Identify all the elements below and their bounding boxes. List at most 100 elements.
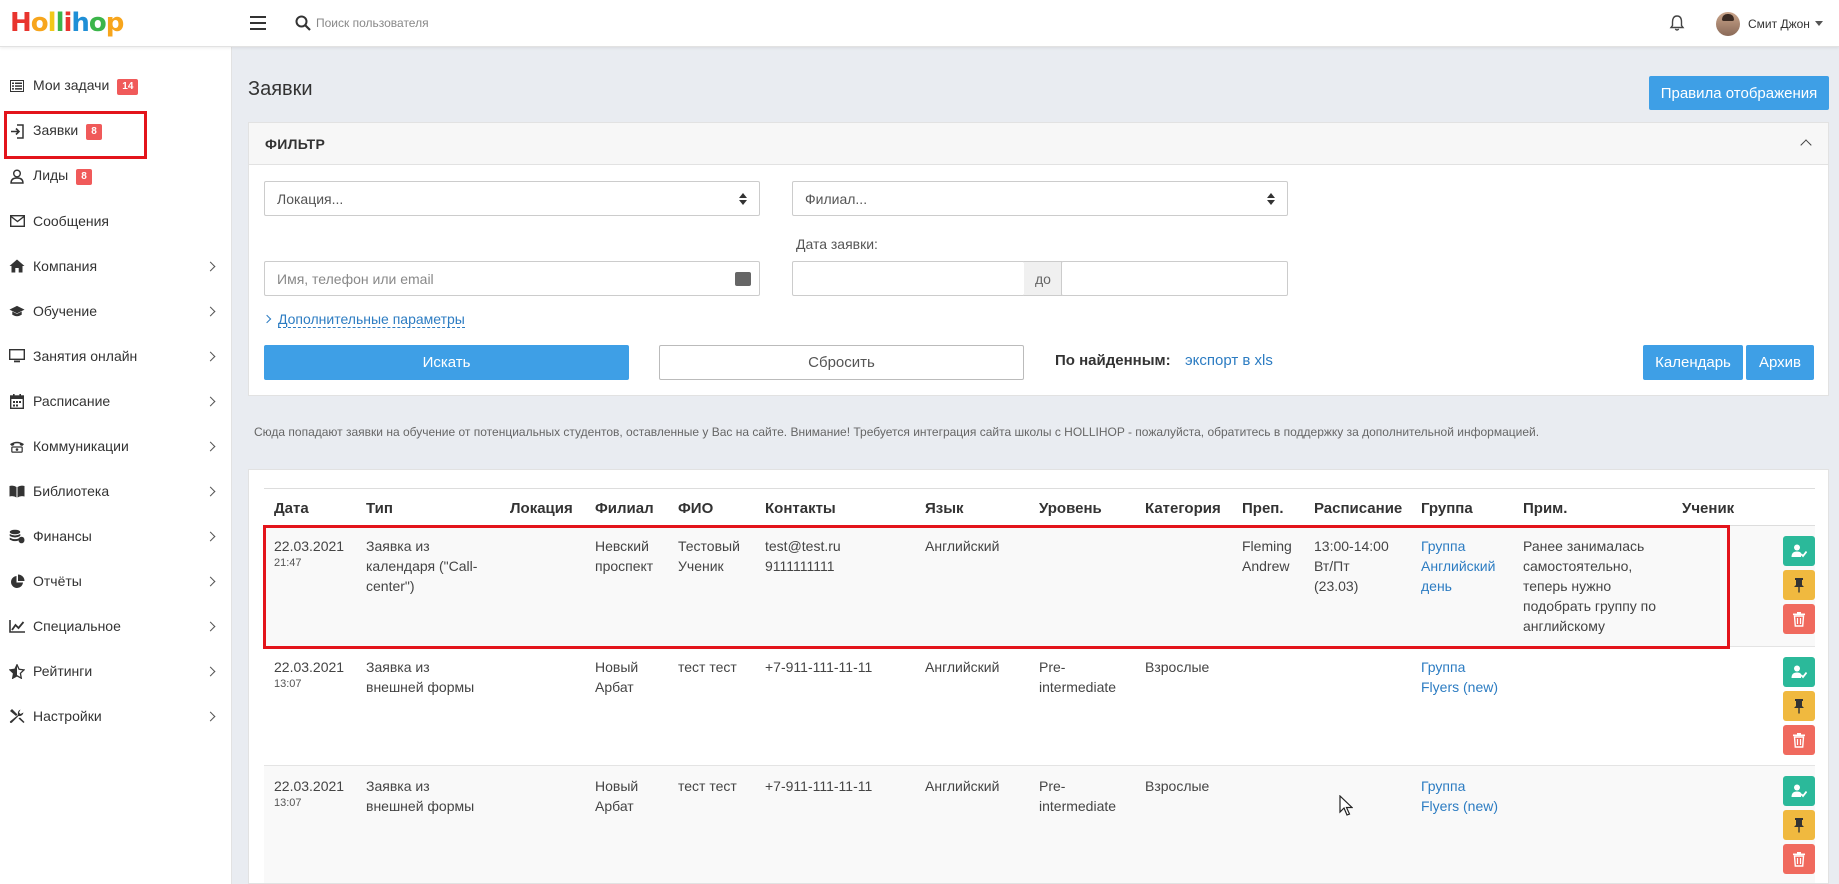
request-date: 22.03.2021 [274,538,345,554]
column-header[interactable]: Преп. [1232,488,1304,526]
column-header[interactable]: Контакты [755,488,915,526]
column-header[interactable]: Ученик [1672,488,1755,526]
sidebar-item-label: Библиотека [33,483,110,499]
requests-table: Дата Тип Локация Филиал ФИО Контакты Язы… [264,488,1815,883]
highlight-box [4,111,147,159]
location-select[interactable]: Локация... [264,181,760,216]
sidebar-item-schedule[interactable]: Расписание [0,386,232,416]
column-header[interactable]: Локация [500,488,585,526]
sidebar-item-my-tasks[interactable]: Мои задачи 14 [0,71,232,101]
cell-schedule: 13:00-14:00 Вт/Пт (23.03) [1304,525,1411,647]
request-time: 21:47 [274,557,302,569]
column-header[interactable]: ФИО [668,488,755,526]
cell-note [1513,765,1672,883]
sidebar-item-education[interactable]: Обучение [0,296,232,326]
pin-button[interactable] [1783,810,1815,840]
chevron-right-icon [205,621,216,631]
calendar-button[interactable]: Календарь [1643,345,1743,380]
cell-group: Группа Английский день [1411,525,1513,647]
column-header[interactable]: Филиал [585,488,668,526]
group-link[interactable]: Группа Flyers (new) [1421,659,1498,695]
filter-header[interactable]: ФИЛЬТР [249,123,1828,165]
menu-toggle-icon[interactable] [250,16,266,30]
table-row[interactable]: 22.03.2021 13:07 Заявка из внешней формы … [264,646,1815,766]
column-header[interactable]: Прим. [1513,488,1672,526]
table-row[interactable]: 22.03.2021 13:07 Заявка из внешней формы … [264,765,1815,883]
column-header[interactable]: Расписание [1304,488,1411,526]
delete-button[interactable] [1783,844,1815,874]
sidebar-item-company[interactable]: Компания [0,251,232,281]
add-student-button[interactable] [1783,536,1815,566]
user-search-input[interactable] [316,12,616,34]
group-link[interactable]: Группа Английский день [1421,538,1495,594]
home-icon [9,258,25,274]
reset-button[interactable]: Сбросить [659,345,1024,380]
sidebar-item-special[interactable]: Специальное [0,611,232,641]
page-title: Заявки [248,78,313,100]
group-link[interactable]: Группа Flyers (new) [1421,778,1498,814]
cell-student [1672,646,1755,766]
display-rules-button[interactable]: Правила отображения [1649,76,1829,110]
column-header[interactable]: Категория [1135,488,1232,526]
contact-card-icon[interactable] [735,272,751,286]
search-button[interactable]: Искать [264,345,629,380]
date-from-input[interactable] [792,261,1025,296]
trash-icon [1793,852,1805,867]
cell-student [1672,765,1755,883]
sidebar-item-label: Сообщения [33,213,109,229]
chevron-up-icon[interactable] [1800,139,1812,151]
add-student-button[interactable] [1783,776,1815,806]
chevron-right-icon [205,351,216,361]
cell-teacher [1232,646,1304,766]
name-phone-email-input[interactable] [264,261,760,296]
hollihop-logo[interactable]: Hollihop [10,8,124,38]
sidebar-item-messages[interactable]: Сообщения [0,206,232,236]
sidebar-item-online-lessons[interactable]: Занятия онлайн [0,341,232,371]
sidebar-item-label: Финансы [33,528,92,544]
table-row[interactable]: 22.03.2021 21:47 Заявка из календаря ("Ca… [264,525,1815,647]
export-xls-link[interactable]: экспорт в xls [1185,352,1273,369]
sidebar-item-leads[interactable]: Лиды 8 [0,161,232,191]
date-to-input[interactable] [1061,261,1288,296]
cell-type: Заявка из календаря ("Call-center") [356,525,500,647]
cell-category: Взрослые [1135,765,1232,883]
sidebar-item-label: Расписание [33,393,111,409]
column-header[interactable]: Язык [915,488,1029,526]
column-header[interactable]: Уровень [1029,488,1135,526]
bell-icon[interactable] [1668,14,1686,32]
delete-button[interactable] [1783,725,1815,755]
column-header[interactable]: Тип [356,488,500,526]
pin-icon [1794,578,1804,593]
cell-branch: Новый Арбат [585,646,668,766]
cell-name: тест тест [668,765,755,883]
chevron-right-icon [205,486,216,496]
user-menu[interactable]: Смит Джон [1716,10,1823,37]
delete-button[interactable] [1783,604,1815,634]
request-time: 13:07 [274,797,302,809]
sidebar-item-communications[interactable]: Коммуникации [0,431,232,461]
sidebar-item-label: Занятия онлайн [33,348,138,364]
trash-icon [1793,733,1805,748]
branch-select[interactable]: Филиал... [792,181,1288,216]
sidebar-item-library[interactable]: Библиотека [0,476,232,506]
sidebar-item-ratings[interactable]: Рейтинги [0,656,232,686]
pin-button[interactable] [1783,691,1815,721]
cell-student [1672,525,1755,647]
branch-select-value: Филиал... [805,191,868,207]
contact-phone: +7-911-111-11-11 [765,659,873,675]
cell-teacher [1232,765,1304,883]
chevron-right-icon [205,306,216,316]
column-header[interactable]: Группа [1411,488,1513,526]
user-check-icon [1791,784,1807,798]
sidebar-item-settings[interactable]: Настройки [0,701,232,731]
cell-schedule [1304,646,1411,766]
archive-button[interactable]: Архив [1746,345,1814,380]
additional-params-link[interactable]: Дополнительные параметры [278,311,465,328]
add-student-button[interactable] [1783,657,1815,687]
chevron-down-icon [1814,21,1823,26]
sort-arrows-icon [1267,193,1275,205]
sidebar-item-finance[interactable]: Финансы [0,521,232,551]
sidebar-item-reports[interactable]: Отчёты [0,566,232,596]
column-header[interactable]: Дата [264,488,356,526]
pin-button[interactable] [1783,570,1815,600]
